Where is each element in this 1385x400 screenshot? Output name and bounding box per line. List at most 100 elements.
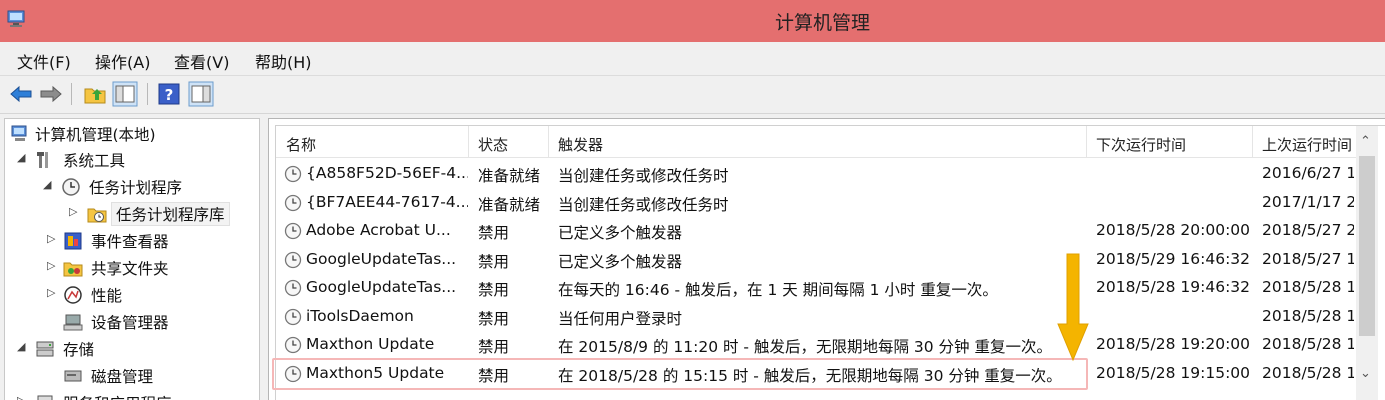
annotation-arrow-icon: [1057, 253, 1089, 362]
cell-last-run-time: 2018/5/28 1: [1262, 363, 1354, 382]
clock-icon: [62, 178, 80, 196]
menu-file[interactable]: 文件(F): [17, 49, 71, 73]
column-divider[interactable]: [548, 126, 549, 158]
task-clock-icon: [284, 336, 302, 354]
computer-management-icon: [11, 125, 27, 141]
cell-name: GoogleUpdateTas...: [306, 249, 457, 268]
table-row[interactable]: {BF7AEE44-7617-4... 准备就绪 当创建任务或修改任务时 2017/1…: [276, 189, 1356, 217]
column-header-status[interactable]: 状态: [478, 134, 508, 155]
toolbar-separator: [147, 83, 148, 105]
scroll-down-icon[interactable]: ⌄: [1360, 366, 1371, 381]
tree-item-label: 磁盘管理: [91, 368, 154, 386]
expand-arrow-icon[interactable]: ▷: [47, 286, 57, 299]
cell-next-run-time: 2018/5/28 19:20:00: [1096, 335, 1251, 353]
cell-status: 准备就绪: [478, 167, 541, 185]
back-arrow-icon[interactable]: [8, 81, 34, 107]
storage-icon: [36, 341, 54, 357]
scrollbar-thumb[interactable]: [1359, 156, 1375, 336]
column-divider[interactable]: [468, 126, 469, 158]
cell-trigger: 在每天的 16:46 - 触发后，在 1 天 期间每隔 1 小时 重复一次。: [558, 281, 998, 299]
task-clock-icon: [284, 279, 302, 297]
cell-trigger: 当任何用户登录时: [558, 309, 683, 328]
collapse-arrow-icon[interactable]: ◢: [43, 178, 53, 191]
column-divider[interactable]: [1086, 126, 1087, 158]
services-icon: [37, 395, 53, 400]
cell-last-run-time: 2018/5/28 1: [1262, 278, 1354, 296]
cell-last-run-time: 2018/5/27 2: [1262, 221, 1354, 239]
task-library-icon: [87, 208, 107, 223]
cell-status: 禁用: [478, 281, 510, 299]
cell-next-run-time: 2018/5/29 16:46:32: [1096, 249, 1251, 268]
cell-next-run-time: 2018/5/28 19:46:32: [1096, 278, 1251, 296]
device-manager-icon: [63, 314, 83, 331]
task-clock-icon: [284, 365, 302, 382]
task-list-pane: 名称 状态 触发器 下次运行时间 上次运行时间 {A858F52D-56EF-4…: [268, 118, 1385, 400]
column-header-last-run-time[interactable]: 上次运行时间: [1262, 134, 1354, 155]
help-icon[interactable]: ?: [156, 81, 182, 107]
menu-action[interactable]: 操作(A): [95, 49, 150, 73]
cell-last-run-time: 2018/5/28 1: [1262, 306, 1354, 325]
cell-next-run-time: 2018/5/28 19:15:00: [1096, 363, 1251, 382]
menu-bar: 文件(F) 操作(A) 查看(V) 帮助(H): [0, 42, 1385, 76]
scroll-up-icon[interactable]: ⌃: [1360, 134, 1371, 149]
task-list: 名称 状态 触发器 下次运行时间 上次运行时间 {A858F52D-56EF-4…: [272, 125, 1385, 400]
collapse-arrow-icon[interactable]: ◢: [17, 151, 27, 164]
column-header-trigger[interactable]: 触发器: [558, 134, 603, 155]
cell-status: 禁用: [478, 224, 510, 242]
event-viewer-icon: [64, 232, 82, 250]
forward-arrow-icon[interactable]: [38, 81, 64, 107]
tools-icon: [37, 152, 48, 168]
task-clock-icon: [284, 251, 302, 268]
list-header: 名称 状态 触发器 下次运行时间 上次运行时间: [276, 126, 1356, 158]
show-hide-action-pane-icon[interactable]: [188, 81, 214, 107]
cell-status: 禁用: [478, 366, 510, 385]
tree-item-label: 计算机管理(本地): [35, 126, 156, 144]
column-header-next-run-time[interactable]: 下次运行时间: [1096, 134, 1186, 155]
pane-splitter[interactable]: [262, 116, 266, 400]
cell-last-run-time: 2016/6/27 1: [1262, 164, 1354, 182]
expand-arrow-icon[interactable]: ▷: [17, 394, 27, 400]
toolbar-separator: [71, 83, 72, 105]
tree-item-label: 共享文件夹: [91, 260, 169, 278]
collapse-arrow-icon[interactable]: ◢: [17, 340, 27, 353]
tree-item-label: 存储: [63, 341, 95, 359]
expand-arrow-icon[interactable]: ▷: [47, 232, 57, 245]
tree-item-label: 任务计划程序: [89, 179, 183, 197]
table-row[interactable]: Adobe Acrobat U... 禁用 已定义多个触发器 2018/5/28 20…: [276, 217, 1356, 245]
task-clock-icon: [284, 222, 302, 240]
table-row[interactable]: Maxthon Update 禁用 在 2015/8/9 的 11:20 时 - 触…: [276, 331, 1356, 359]
up-folder-icon[interactable]: [82, 81, 108, 107]
menu-help[interactable]: 帮助(H): [255, 49, 312, 73]
tree-item-label: 任务计划程序库: [111, 202, 230, 226]
cell-last-run-time: 2018/5/28 1: [1262, 335, 1354, 353]
show-hide-console-tree-icon[interactable]: [112, 81, 138, 107]
cell-name: iToolsDaemon: [306, 306, 414, 325]
window-title: 计算机管理: [774, 12, 870, 34]
expand-arrow-icon[interactable]: ▷: [47, 259, 57, 272]
performance-icon: [64, 286, 82, 304]
title-bar: 计算机管理: [0, 0, 1385, 42]
table-row[interactable]: {A858F52D-56EF-4... 准备就绪 当创建任务或修改任务时 2016/6…: [276, 160, 1356, 188]
table-row[interactable]: GoogleUpdateTas... 禁用 已定义多个触发器 2018/5/29 16…: [276, 246, 1356, 274]
cell-last-run-time: 2017/1/17 2: [1262, 192, 1354, 211]
tree-item-label: 事件查看器: [91, 233, 169, 251]
cell-trigger: 当创建任务或修改任务时: [558, 195, 729, 214]
cell-name: {BF7AEE44-7617-4...: [306, 192, 468, 211]
cell-name: Maxthon Update: [306, 335, 435, 353]
shared-folder-icon: [63, 262, 83, 277]
menu-view[interactable]: 查看(V): [174, 49, 229, 73]
cell-next-run-time: 2018/5/28 20:00:00: [1096, 221, 1251, 239]
task-clock-icon: [284, 165, 302, 183]
table-row[interactable]: iToolsDaemon 禁用 当任何用户登录时 2018/5/28 1: [276, 303, 1356, 331]
cell-trigger: 当创建任务或修改任务时: [558, 167, 729, 185]
column-header-name[interactable]: 名称: [286, 134, 316, 155]
expand-arrow-icon[interactable]: ▷: [69, 205, 79, 218]
cell-trigger: 已定义多个触发器: [558, 224, 683, 242]
table-row[interactable]: Maxthon5 Update 禁用 在 2018/5/28 的 15:15 时 -…: [272, 357, 1356, 390]
cell-name: Maxthon5 Update: [306, 363, 445, 382]
column-divider[interactable]: [1252, 126, 1253, 158]
table-row[interactable]: GoogleUpdateTas... 禁用 在每天的 16:46 - 触发后，在 1…: [276, 274, 1356, 302]
cell-trigger: 在 2015/8/9 的 11:20 时 - 触发后，无限期地每隔 30 分钟 …: [558, 338, 1052, 356]
vertical-scrollbar[interactable]: ⌃ ⌄: [1356, 126, 1378, 400]
cell-trigger: 已定义多个触发器: [558, 252, 683, 271]
